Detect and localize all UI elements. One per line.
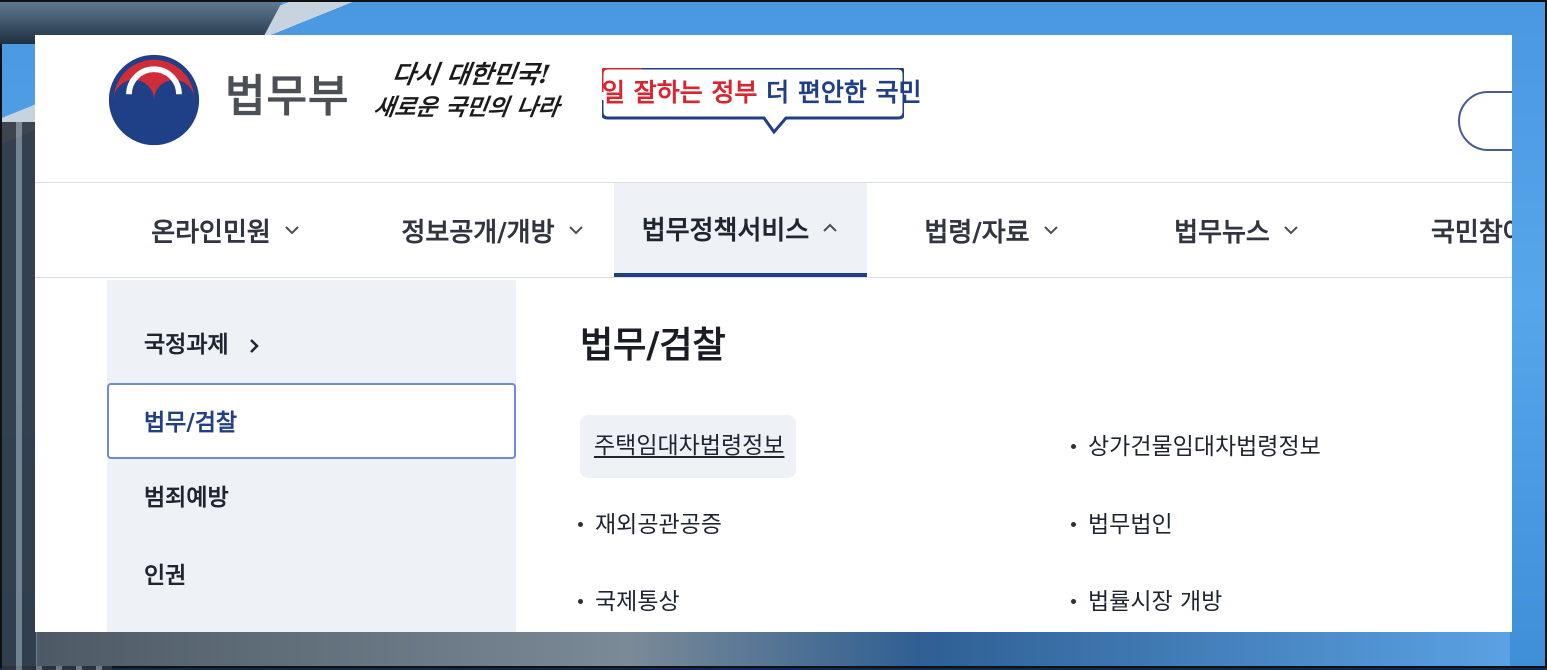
link-housing-lease-law[interactable]: 주택임대차법령정보	[580, 415, 797, 478]
nav-item-label: 온라인민원	[151, 217, 271, 248]
chevron-up-icon	[823, 223, 837, 232]
bullet-icon	[1071, 522, 1076, 527]
submenu-panel: 국정과제 법무/검찰 범죄예방 인권	[107, 280, 516, 632]
link-label: 국제통상	[595, 589, 680, 615]
bullet-icon	[1071, 444, 1076, 449]
nav-item-public-participation[interactable]: 국민참여	[1431, 183, 1512, 277]
header-action-button[interactable]	[1458, 91, 1512, 151]
link-label: 재외공관공증	[595, 512, 722, 538]
agency-name[interactable]: 법무부	[225, 67, 349, 127]
site-panel: 법무부 다시 대한민국! 새로운 국민의 나라 일 잘하는 정부 더 편안한 국…	[35, 35, 1512, 632]
bullet-icon	[578, 599, 583, 604]
nav-item-laws-materials[interactable]: 법령/자료	[897, 183, 1087, 277]
submenu-item-label: 범죄예방	[144, 485, 229, 511]
submenu-item-human-rights[interactable]: 인권	[107, 538, 516, 614]
nav-item-legal-news[interactable]: 법무뉴스	[1147, 183, 1327, 277]
submenu-content-title: 법무/검찰	[580, 325, 726, 366]
submenu-item-label: 국정과제	[144, 332, 229, 358]
nav-item-online-petition[interactable]: 온라인민원	[107, 183, 345, 277]
campaign-text-red: 일 잘하는 정부	[602, 78, 758, 107]
bullet-icon	[1071, 599, 1076, 604]
chevron-down-icon	[568, 226, 583, 235]
link-legal-market-opening[interactable]: 법률시장 개방	[1071, 586, 1222, 618]
link-law-firm[interactable]: 법무법인	[1071, 509, 1173, 541]
nav-item-legal-policy-services[interactable]: 법무정책서비스	[614, 183, 867, 277]
submenu-item-national-tasks[interactable]: 국정과제	[107, 307, 516, 383]
main-navigation: 온라인민원 정보공개/개방 법무정책서비스 법령/자료 법무뉴스 국민참	[35, 182, 1512, 278]
chevron-down-icon	[285, 226, 299, 235]
chevron-down-icon	[1043, 226, 1058, 235]
site-header: 법무부 다시 대한민국! 새로운 국민의 나라 일 잘하는 정부 더 편안한 국…	[35, 35, 1512, 182]
link-international-trade[interactable]: 국제통상	[578, 586, 680, 618]
link-label: 법무법인	[1088, 512, 1173, 538]
nav-item-label: 법무뉴스	[1174, 217, 1270, 248]
slogan-line-2: 새로운 국민의 나라	[371, 94, 561, 121]
submenu-item-label: 법무/검찰	[144, 410, 238, 436]
campaign-banner: 일 잘하는 정부 더 편안한 국민	[602, 68, 922, 138]
campaign-text-blue: 더 편안한 국민	[766, 78, 922, 107]
link-label: 상가건물임대차법령정보	[1088, 434, 1321, 460]
chevron-right-icon	[249, 338, 259, 353]
background-ground	[37, 630, 1510, 666]
chevron-down-icon	[1284, 226, 1298, 235]
link-overseas-notarization[interactable]: 재외공관공증	[578, 509, 722, 541]
nav-item-information-disclosure[interactable]: 정보공개/개방	[369, 183, 617, 277]
link-label: 주택임대차법령정보	[594, 433, 785, 459]
link-label: 법률시장 개방	[1088, 589, 1223, 615]
nav-item-label: 국민참여	[1431, 217, 1512, 248]
nav-item-label: 법무정책서비스	[641, 215, 810, 246]
link-commercial-lease-law[interactable]: 상가건물임대차법령정보	[1071, 431, 1321, 463]
submenu-item-label: 인권	[144, 563, 187, 589]
taegeuk-logo-icon[interactable]	[106, 52, 202, 148]
submenu-item-crime-prevention[interactable]: 범죄예방	[107, 460, 516, 536]
submenu-item-legal-prosecution[interactable]: 법무/검찰	[107, 383, 516, 459]
nav-item-label: 정보공개/개방	[401, 217, 555, 248]
bullet-icon	[578, 522, 583, 527]
nav-item-label: 법령/자료	[924, 217, 1030, 248]
slogan-line-1: 다시 대한민국!	[390, 60, 553, 89]
